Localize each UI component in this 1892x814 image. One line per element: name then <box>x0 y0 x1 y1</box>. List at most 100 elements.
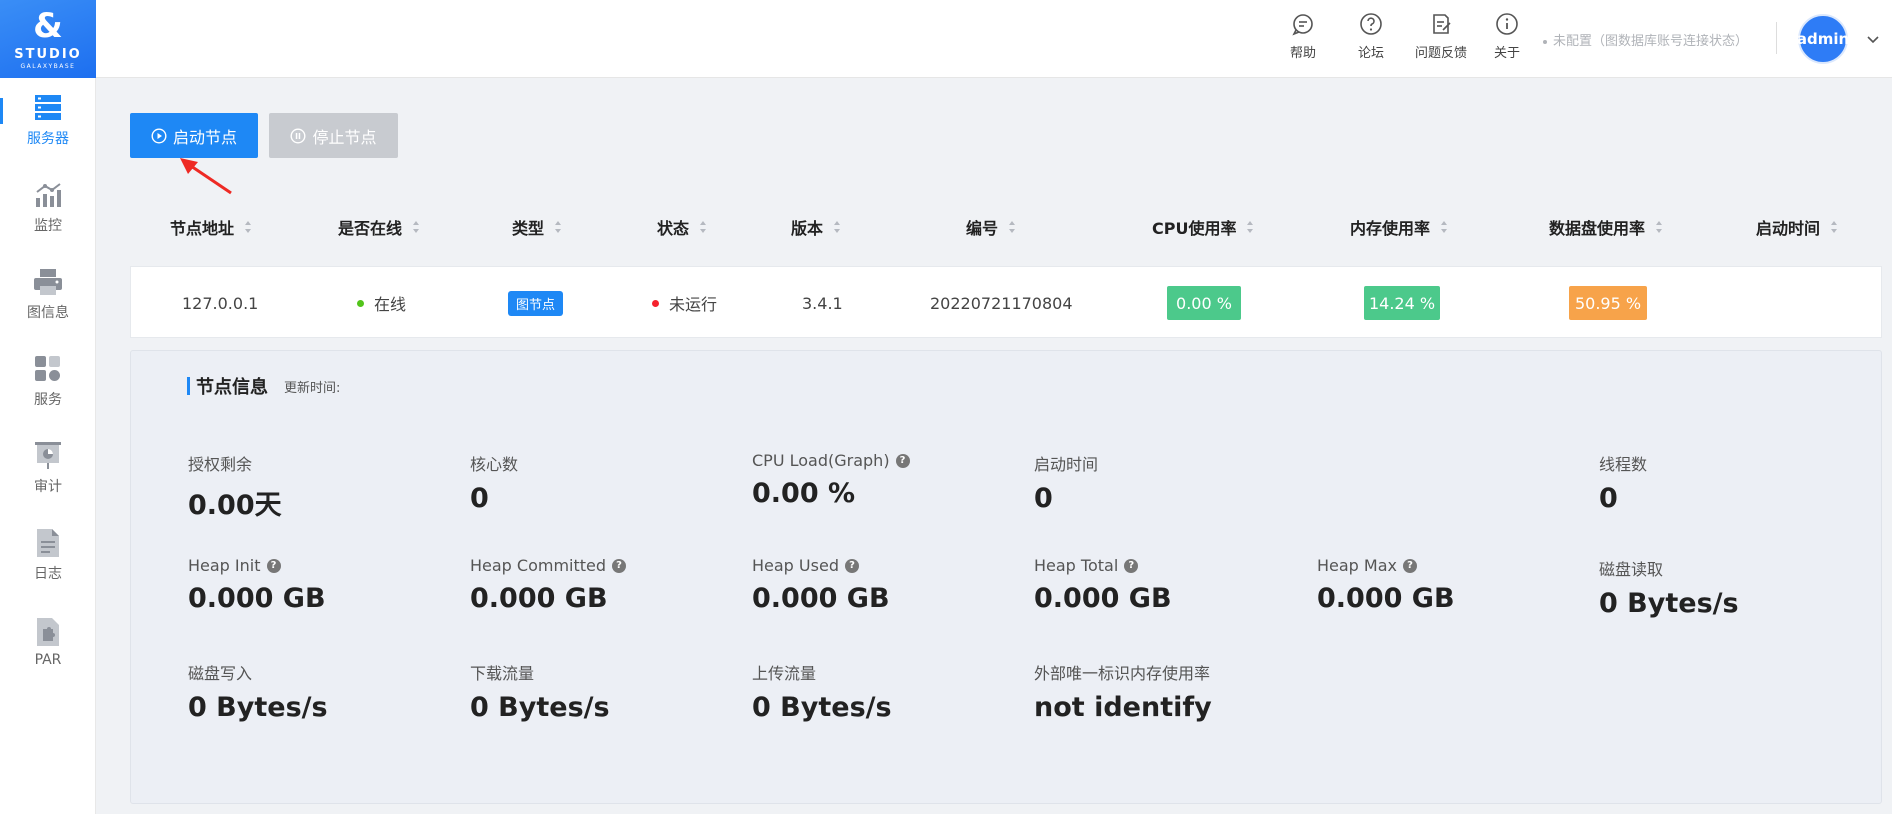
online-text: 在线 <box>374 295 407 314</box>
metric-label: Heap Committed? <box>470 556 627 575</box>
column-header-online[interactable]: 是否在线 <box>338 215 420 239</box>
metric-thread-count: 线程数 0 <box>1599 451 1647 514</box>
audit-board-icon <box>33 442 63 470</box>
metric-value: 0 Bytes/s <box>1599 588 1739 619</box>
sort-icon <box>1656 221 1663 233</box>
sort-icon <box>1247 221 1254 233</box>
help-button[interactable]: 帮助 <box>1290 12 1316 64</box>
column-header-start-time[interactable]: 启动时间 <box>1756 215 1838 239</box>
metric-label: 磁盘写入 <box>188 664 253 683</box>
metric-value: 0.000 GB <box>1034 583 1172 614</box>
cell-type: 图节点 <box>508 267 564 339</box>
app-logo[interactable]: & STUDIO GALAXYBASE <box>0 0 96 78</box>
metric-label: Heap Used? <box>752 556 890 575</box>
metric-label-text: Heap Committed <box>470 556 607 575</box>
sort-icon <box>245 221 252 233</box>
metric-label: Heap Max? <box>1317 556 1455 575</box>
server-icon <box>33 94 63 122</box>
type-badge: 图节点 <box>508 290 564 316</box>
table-row[interactable]: 127.0.0.1 在线 图节点 未运行 3.4.1 2022072117080… <box>130 266 1882 338</box>
log-document-icon <box>33 529 63 557</box>
column-header-cpu[interactable]: CPU使用率 <box>1152 215 1254 239</box>
metric-label: 核心数 <box>470 455 519 474</box>
sidebar-item-audit[interactable]: 审计 <box>0 434 96 504</box>
column-header-memory[interactable]: 内存使用率 <box>1350 215 1448 239</box>
column-header-status[interactable]: 状态 <box>657 215 707 239</box>
info-circle-icon <box>1496 13 1518 35</box>
sort-icon <box>413 221 420 233</box>
help-question-icon[interactable]: ? <box>844 558 859 573</box>
stop-node-button[interactable]: 停止节点 <box>269 113 398 158</box>
cell-online: 在线 <box>357 267 406 339</box>
annotation-arrow-icon <box>180 158 232 195</box>
column-header-version[interactable]: 版本 <box>791 215 841 239</box>
column-header-label: 是否在线 <box>338 219 403 238</box>
help-question-icon[interactable]: ? <box>612 558 627 573</box>
help-question-icon[interactable]: ? <box>266 558 281 573</box>
column-header-type[interactable]: 类型 <box>512 215 562 239</box>
column-header-id[interactable]: 编号 <box>966 215 1016 239</box>
metric-value: 0 <box>1034 483 1053 514</box>
column-header-address[interactable]: 节点地址 <box>170 215 252 239</box>
forum-label: 论坛 <box>1358 46 1385 61</box>
sidebar-item-par[interactable]: PAR <box>0 608 96 678</box>
logo-subtitle: GALAXYBASE <box>20 62 76 70</box>
metric-label-text: Heap Init <box>188 556 261 575</box>
column-header-label: 编号 <box>966 219 999 238</box>
column-header-label: CPU使用率 <box>1152 219 1237 238</box>
puzzle-icon <box>33 618 63 646</box>
sidebar-item-services[interactable]: 服务 <box>0 347 96 417</box>
start-node-button[interactable]: 启动节点 <box>130 113 258 158</box>
metric-cpu-load: CPU Load(Graph)? 0.00 % <box>752 451 910 509</box>
sidebar-item-monitor[interactable]: 监控 <box>0 173 96 243</box>
logo-name: STUDIO <box>14 46 82 62</box>
stop-node-label: 停止节点 <box>312 127 377 147</box>
cell-cpu: 0.00 % <box>1167 267 1241 339</box>
status-dot-icon <box>1543 39 1547 44</box>
column-header-disk[interactable]: 数据盘使用率 <box>1549 215 1663 239</box>
title-accent-bar <box>187 377 190 395</box>
metric-label: 上传流量 <box>752 664 817 683</box>
sidebar-item-servers[interactable]: 服务器 <box>0 86 96 156</box>
online-dot-icon <box>357 299 364 307</box>
forum-button[interactable]: 论坛 <box>1358 12 1384 64</box>
node-info-panel: 节点信息 更新时间: 授权剩余 0.00天 核心数 0 CPU Load(Gra… <box>130 350 1882 804</box>
metric-disk-read: 磁盘读取 0 Bytes/s <box>1599 556 1739 619</box>
metric-heap-init: Heap Init? 0.000 GB <box>188 556 326 614</box>
sidebar-item-label: PAR <box>34 652 62 668</box>
metric-value: 0 Bytes/s <box>752 692 892 723</box>
metric-heap-max: Heap Max? 0.000 GB <box>1317 556 1455 614</box>
metric-label: Heap Total? <box>1034 556 1172 575</box>
connection-status-text: 未配置（图数据库账号连接状态） <box>1553 34 1749 49</box>
sort-icon <box>1441 221 1448 233</box>
sort-icon <box>700 221 707 233</box>
sort-icon <box>555 221 562 233</box>
column-header-label: 数据盘使用率 <box>1549 219 1646 238</box>
sidebar-item-logs[interactable]: 日志 <box>0 521 96 591</box>
help-question-icon[interactable]: ? <box>1124 558 1139 573</box>
metric-label: 启动时间 <box>1034 455 1099 474</box>
sidebar-item-graph-info[interactable]: 图信息 <box>0 260 96 330</box>
feedback-label: 问题反馈 <box>1415 46 1468 61</box>
sort-icon <box>834 221 841 233</box>
user-avatar[interactable]: admin <box>1797 14 1849 64</box>
top-header: 帮助 论坛 问题反馈 关于 未配置（图数据库账号连接状态） admin <box>96 0 1892 78</box>
metric-download-traffic: 下载流量 0 Bytes/s <box>470 660 610 723</box>
about-button[interactable]: 关于 <box>1494 12 1520 64</box>
cell-version: 3.4.1 <box>802 293 843 313</box>
help-question-icon[interactable]: ? <box>895 453 910 468</box>
monitor-chart-icon <box>33 181 63 209</box>
chevron-down-icon[interactable] <box>1864 30 1882 48</box>
sidebar-item-label: 图信息 <box>27 305 69 321</box>
edit-note-icon <box>1433 14 1451 34</box>
stopped-dot-icon <box>652 299 659 307</box>
about-label: 关于 <box>1494 46 1521 61</box>
feedback-button[interactable]: 问题反馈 <box>1415 12 1467 64</box>
cell-address: 127.0.0.1 <box>182 293 259 313</box>
help-question-icon[interactable]: ? <box>1403 558 1417 573</box>
memory-usage-badge: 14.24 % <box>1364 286 1440 320</box>
connection-status: 未配置（图数据库账号连接状态） <box>1543 30 1748 49</box>
metric-value: 0 <box>470 483 489 514</box>
column-header-label: 类型 <box>512 219 545 238</box>
column-header-label: 状态 <box>657 219 690 238</box>
